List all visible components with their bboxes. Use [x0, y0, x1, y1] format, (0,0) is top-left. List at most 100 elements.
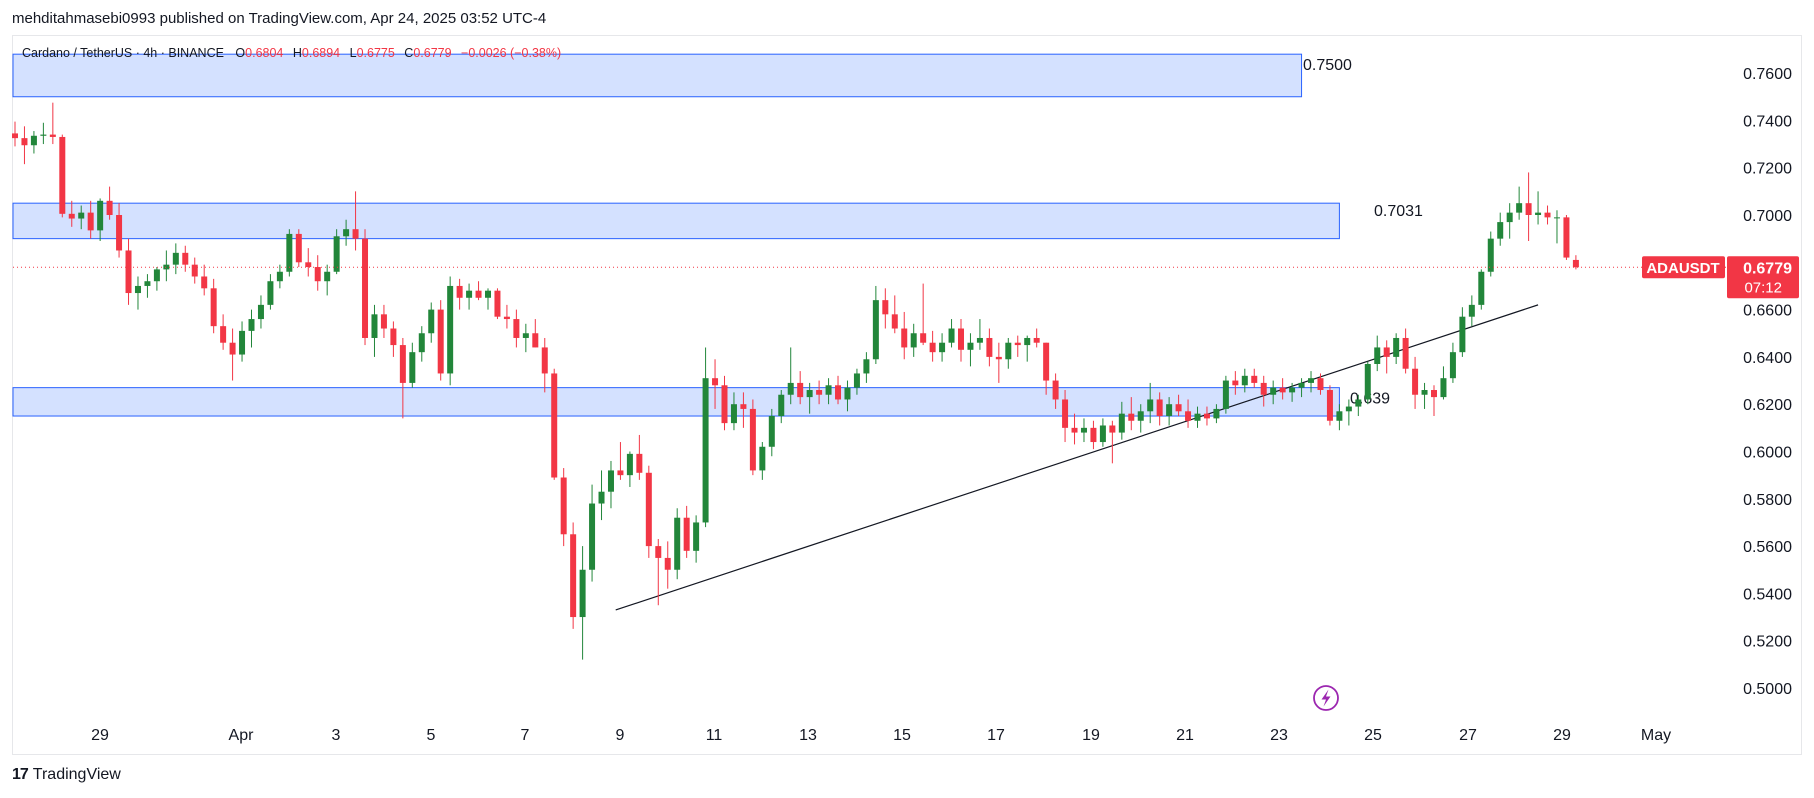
candle[interactable]	[541, 337, 548, 393]
candle[interactable]	[1393, 333, 1400, 364]
candle[interactable]	[579, 546, 586, 660]
candle[interactable]	[778, 390, 785, 424]
candle[interactable]	[1109, 420, 1116, 464]
candle[interactable]	[1251, 368, 1258, 388]
candle[interactable]	[1478, 269, 1485, 310]
candle[interactable]	[1544, 205, 1551, 225]
candle[interactable]	[1071, 413, 1078, 445]
candle[interactable]	[522, 323, 529, 353]
candle[interactable]	[1005, 337, 1012, 369]
zone-box[interactable]	[12, 202, 1340, 240]
candlestick-chart[interactable]: 0.75000.70310.639 0.76000.74000.72000.70…	[0, 0, 1814, 798]
candle[interactable]	[125, 238, 132, 305]
candle[interactable]	[267, 274, 274, 310]
candle[interactable]	[1535, 191, 1542, 225]
candle[interactable]	[882, 288, 889, 329]
candle[interactable]	[456, 278, 463, 310]
candle[interactable]	[437, 300, 444, 381]
candle[interactable]	[1033, 328, 1040, 348]
candle[interactable]	[768, 408, 775, 457]
candle[interactable]	[239, 321, 246, 362]
candle[interactable]	[1553, 210, 1560, 244]
candle[interactable]	[863, 352, 870, 383]
candle[interactable]	[532, 319, 539, 348]
candle[interactable]	[201, 264, 208, 296]
candle[interactable]	[1364, 361, 1371, 405]
candle[interactable]	[872, 285, 879, 364]
candle[interactable]	[447, 276, 454, 386]
candle[interactable]	[1412, 356, 1419, 409]
candle[interactable]	[485, 288, 491, 310]
candle[interactable]	[589, 484, 596, 582]
candle[interactable]	[59, 134, 66, 218]
candle[interactable]	[12, 121, 18, 147]
candle[interactable]	[664, 541, 671, 589]
candle[interactable]	[901, 311, 908, 360]
candle[interactable]	[371, 304, 378, 357]
candle[interactable]	[494, 288, 501, 320]
candle[interactable]	[1563, 215, 1570, 260]
candle[interactable]	[1099, 418, 1106, 447]
candle[interactable]	[1516, 186, 1523, 220]
candle[interactable]	[513, 309, 520, 348]
candle[interactable]	[1374, 335, 1381, 372]
candle[interactable]	[1497, 212, 1504, 246]
candle[interactable]	[324, 264, 331, 296]
candle[interactable]	[759, 442, 766, 480]
candle[interactable]	[248, 309, 255, 348]
candle[interactable]	[749, 399, 756, 476]
candle[interactable]	[939, 333, 946, 362]
candle[interactable]	[607, 460, 614, 509]
candle[interactable]	[314, 255, 321, 291]
candle[interactable]	[1449, 342, 1456, 383]
candle[interactable]	[645, 465, 652, 558]
candle[interactable]	[910, 323, 917, 357]
candle[interactable]	[503, 304, 510, 329]
candle[interactable]	[570, 522, 577, 629]
candle[interactable]	[1090, 420, 1097, 450]
candle[interactable]	[475, 281, 482, 301]
candle[interactable]	[636, 434, 643, 480]
candle[interactable]	[891, 295, 898, 334]
candle[interactable]	[229, 328, 236, 381]
candle[interactable]	[428, 302, 435, 343]
candle[interactable]	[1383, 340, 1390, 374]
lightning-icon[interactable]	[1313, 685, 1339, 711]
candle[interactable]	[1043, 342, 1050, 395]
candle[interactable]	[390, 321, 397, 357]
candle[interactable]	[721, 375, 728, 431]
candle[interactable]	[683, 505, 690, 558]
candle[interactable]	[30, 131, 37, 154]
candle[interactable]	[305, 248, 312, 277]
candle[interactable]	[380, 304, 387, 338]
candle[interactable]	[210, 278, 217, 334]
candle[interactable]	[163, 250, 170, 282]
candle[interactable]	[551, 368, 558, 480]
candle[interactable]	[976, 319, 983, 350]
candle[interactable]	[409, 342, 416, 388]
candle[interactable]	[220, 314, 227, 350]
zone-box[interactable]	[12, 53, 1303, 98]
candle[interactable]	[598, 470, 605, 521]
candle[interactable]	[144, 274, 151, 298]
candle[interactable]	[1326, 385, 1333, 426]
candle[interactable]	[958, 319, 964, 362]
candle[interactable]	[995, 342, 1002, 383]
candle[interactable]	[1468, 295, 1475, 327]
candle[interactable]	[1014, 335, 1021, 357]
candle[interactable]	[1024, 335, 1031, 362]
candle[interactable]	[920, 283, 927, 346]
candle[interactable]	[153, 267, 160, 291]
candle[interactable]	[967, 333, 974, 367]
candle[interactable]	[1222, 375, 1229, 414]
candle[interactable]	[49, 102, 56, 145]
candle[interactable]	[418, 326, 425, 362]
candle[interactable]	[466, 283, 473, 310]
candle[interactable]	[172, 243, 179, 275]
candle[interactable]	[40, 122, 47, 145]
candle[interactable]	[1402, 328, 1409, 374]
candle[interactable]	[286, 229, 293, 277]
candle[interactable]	[986, 328, 993, 367]
candle[interactable]	[134, 276, 141, 310]
candle[interactable]	[1487, 231, 1494, 277]
